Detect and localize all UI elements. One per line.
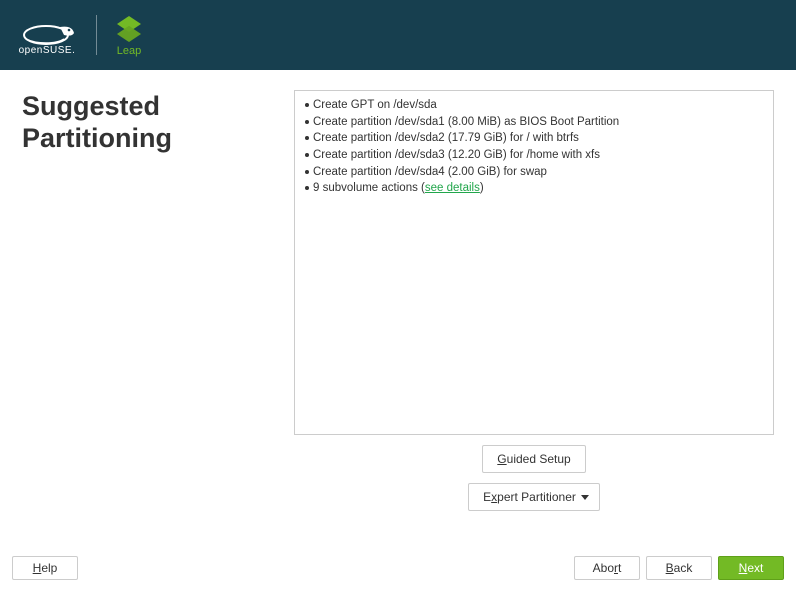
label-pre: E [483,490,491,504]
mnemonic: H [33,561,42,575]
label-rest: t [618,561,621,575]
below-panel: Guided Setup Expert Partitioner [294,435,774,511]
back-button[interactable]: Back [646,556,712,580]
label-pre: Abo [593,561,614,575]
action-item: Create partition /dev/sda3 (12.20 GiB) f… [305,147,763,164]
footer-bar: Help Abort Back Next [0,550,796,590]
label-rest: ext [747,561,763,575]
label-rest: pert Partitioner [497,490,576,504]
header-divider [96,15,97,55]
see-details-link[interactable]: see details [425,182,480,194]
mnemonic: N [739,561,748,575]
action-item-subvolume: 9 subvolume actions (see details) [305,180,763,197]
help-button[interactable]: Help [12,556,78,580]
label-rest: ack [674,561,693,575]
actions-list: Create GPT on /dev/sda Create partition … [305,97,763,197]
opensuse-logo: openSUSE. [16,10,78,60]
opensuse-text: openSUSE. [19,45,76,56]
actions-panel: Create GPT on /dev/sda Create partition … [294,90,774,435]
expert-partitioner-button[interactable]: Expert Partitioner [468,483,600,511]
subvolume-suffix: ) [480,182,484,194]
action-item: Create partition /dev/sda4 (2.00 GiB) fo… [305,164,763,181]
guided-setup-button[interactable]: Guided Setup [482,445,585,473]
leap-text: Leap [117,45,141,57]
action-item: Create partition /dev/sda2 (17.79 GiB) f… [305,130,763,147]
action-item: Create partition /dev/sda1 (8.00 MiB) as… [305,114,763,131]
label-rest: elp [41,561,57,575]
leap-logo: Leap [115,14,143,57]
abort-button[interactable]: Abort [574,556,640,580]
label-rest: uided Setup [507,452,571,466]
chevron-down-icon [581,495,589,500]
main-area: Create GPT on /dev/sda Create partition … [294,90,774,550]
mnemonic: G [497,452,506,466]
sidebar: Suggested Partitioning [22,90,294,550]
next-button[interactable]: Next [718,556,784,580]
header-bar: openSUSE. Leap [0,0,796,70]
subvolume-prefix: 9 subvolume actions ( [313,182,425,194]
action-item: Create GPT on /dev/sda [305,97,763,114]
content-area: Suggested Partitioning Create GPT on /de… [0,70,796,550]
page-title: Suggested Partitioning [22,90,294,155]
mnemonic: B [666,561,674,575]
